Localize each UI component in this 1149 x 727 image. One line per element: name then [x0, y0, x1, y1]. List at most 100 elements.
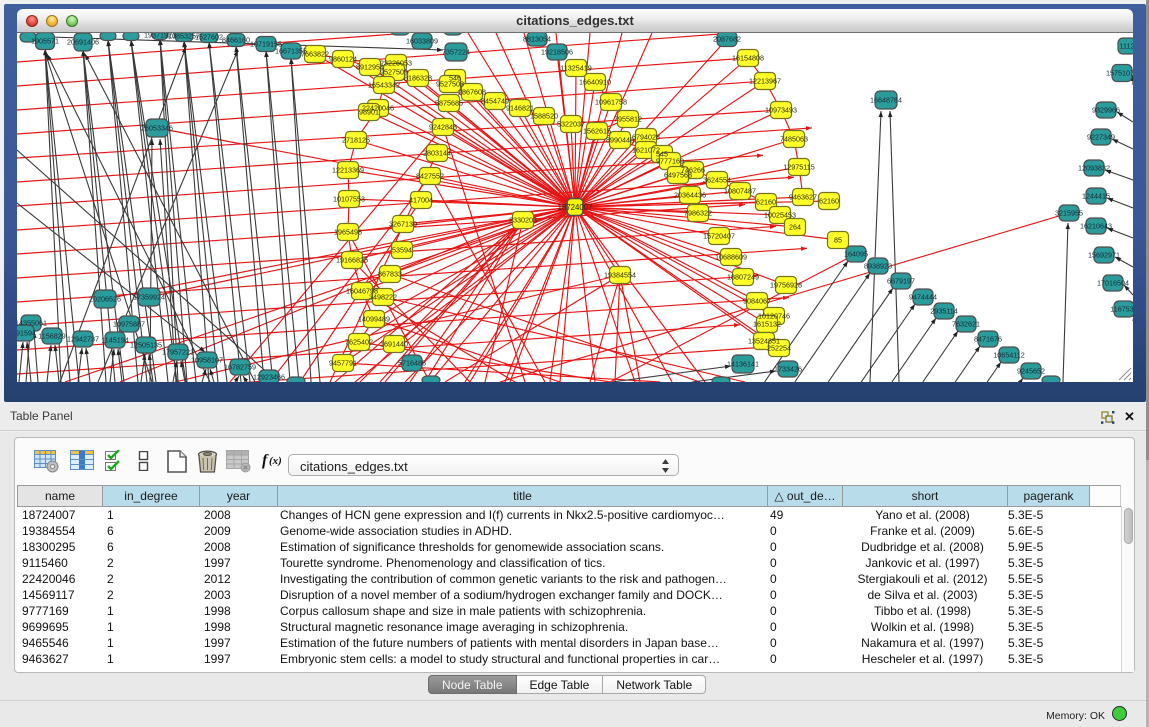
svg-text:15720407: 15720407 — [703, 232, 735, 241]
svg-text:16648784: 16648784 — [870, 96, 902, 105]
svg-text:17016504: 17016504 — [1097, 279, 1129, 288]
svg-text:7485063: 7485063 — [780, 135, 808, 144]
svg-text:1615132: 1615132 — [753, 320, 781, 329]
svg-text:16210643: 16210643 — [1080, 222, 1112, 231]
svg-text:10961758: 10961758 — [595, 98, 627, 107]
svg-text:867833: 867833 — [378, 270, 402, 279]
svg-text:10654112: 10654112 — [993, 351, 1024, 360]
svg-text:6794028: 6794028 — [632, 133, 660, 142]
svg-text:1167533: 1167533 — [1110, 305, 1133, 314]
svg-text:9227349: 9227349 — [1087, 133, 1115, 142]
svg-text:12093832: 12093832 — [1078, 164, 1110, 173]
svg-text:8471676: 8471676 — [974, 335, 1002, 344]
svg-text:7663822: 7663822 — [301, 50, 329, 59]
svg-text:9329966: 9329966 — [1092, 106, 1120, 115]
svg-text:16782759: 16782759 — [224, 363, 256, 372]
svg-text:15692971: 15692971 — [1088, 251, 1120, 260]
svg-text:12923466: 12923466 — [253, 373, 285, 382]
svg-text:1562615: 1562615 — [583, 127, 611, 136]
svg-text:98901: 98901 — [359, 108, 379, 117]
svg-text:9245652: 9245652 — [1017, 367, 1045, 376]
svg-text:f: f — [262, 452, 269, 469]
svg-text:5875685: 5875685 — [435, 99, 463, 108]
svg-text:6679197: 6679197 — [887, 277, 915, 286]
svg-text:12213369: 12213369 — [332, 166, 364, 175]
svg-text:85: 85 — [834, 236, 842, 245]
svg-text:12942737: 12942737 — [67, 335, 99, 344]
svg-text:2803144: 2803144 — [423, 149, 451, 158]
svg-text:19218506: 19218506 — [541, 48, 573, 57]
svg-text:9860124: 9860124 — [329, 55, 357, 64]
svg-text:2330203: 2330203 — [509, 216, 537, 225]
svg-text:14099489: 14099489 — [358, 315, 390, 324]
svg-text:20364436: 20364436 — [674, 191, 706, 200]
svg-text:164095: 164095 — [844, 250, 868, 259]
svg-text:1156829: 1156829 — [38, 332, 65, 341]
svg-text:8990448: 8990448 — [606, 136, 634, 145]
svg-text:10973493: 10973493 — [765, 106, 797, 115]
svg-text:2087682: 2087682 — [713, 35, 741, 44]
svg-text:62160: 62160 — [756, 198, 776, 207]
svg-text:62160: 62160 — [819, 197, 839, 206]
svg-text:417004: 417004 — [409, 196, 433, 205]
svg-text:391594: 391594 — [17, 329, 36, 338]
svg-text:5322037: 5322037 — [557, 120, 585, 129]
svg-text:9242848: 9242848 — [429, 123, 457, 132]
svg-text:5716485: 5716485 — [398, 359, 426, 368]
svg-text:3624554: 3624554 — [703, 176, 731, 185]
svg-text:7632621: 7632621 — [952, 320, 980, 329]
svg-text:14136141: 14136141 — [727, 360, 759, 369]
svg-text:18807249: 18807249 — [727, 273, 759, 282]
svg-text:9474444: 9474444 — [909, 293, 937, 302]
svg-text:16154808: 16154808 — [732, 54, 764, 63]
svg-text:8186328: 8186328 — [404, 74, 432, 83]
svg-text:1905571: 1905571 — [31, 37, 59, 46]
svg-text:1112: 1112 — [1120, 42, 1133, 51]
svg-text:7955812: 7955812 — [614, 115, 642, 124]
svg-text:12975115: 12975115 — [783, 163, 814, 172]
svg-text:9777169: 9777169 — [656, 157, 684, 166]
svg-text:1527602: 1527602 — [195, 33, 223, 42]
svg-text:9457791: 9457791 — [329, 359, 357, 368]
svg-text:1145194: 1145194 — [101, 336, 128, 345]
svg-text:16033809: 16033809 — [406, 37, 438, 46]
svg-text:2935114: 2935114 — [930, 307, 957, 316]
svg-text:15751074: 15751074 — [1106, 69, 1133, 78]
svg-text:12213967: 12213967 — [749, 77, 781, 86]
svg-text:18724007: 18724007 — [558, 203, 593, 212]
svg-text:23226053: 23226053 — [380, 59, 412, 68]
svg-text:10958107: 10958107 — [191, 356, 223, 365]
svg-text:9084067: 9084067 — [743, 297, 771, 306]
svg-text:7986322: 7986322 — [684, 209, 712, 218]
svg-text:20206526: 20206526 — [89, 295, 121, 304]
svg-text:10688609: 10688609 — [715, 253, 747, 262]
svg-text:17359924: 17359924 — [133, 293, 165, 302]
svg-text:16543342: 16543342 — [368, 81, 400, 90]
svg-text:7357224: 7357224 — [442, 48, 470, 57]
svg-text:3267130: 3267130 — [389, 220, 417, 229]
svg-text:264: 264 — [789, 223, 801, 232]
svg-text:1691440: 1691440 — [380, 340, 408, 349]
svg-text:10975887: 10975887 — [113, 320, 145, 329]
svg-text:10807487: 10807487 — [724, 187, 756, 196]
svg-text:1588520: 1588520 — [530, 112, 558, 121]
svg-text:1244415: 1244415 — [1082, 192, 1110, 201]
svg-text:1733426: 1733426 — [774, 365, 802, 374]
svg-text:1965498: 1965498 — [334, 228, 362, 237]
svg-text:3215955: 3215955 — [1055, 209, 1083, 218]
svg-text:20691406: 20691406 — [67, 38, 99, 47]
svg-text:252254: 252254 — [767, 344, 791, 353]
svg-text:10107553: 10107553 — [333, 195, 365, 204]
svg-text:6497568: 6497568 — [664, 171, 692, 180]
svg-text:10025453: 10025453 — [764, 211, 796, 220]
svg-text:8466160: 8466160 — [222, 36, 250, 45]
svg-text:8813054: 8813054 — [523, 35, 551, 44]
svg-text:26053346: 26053346 — [141, 124, 173, 133]
svg-text:14355061: 14355061 — [17, 319, 47, 328]
svg-text:19756928: 19756928 — [770, 281, 802, 290]
svg-text:19166825: 19166825 — [336, 256, 368, 265]
svg-text:2718126: 2718126 — [342, 136, 370, 145]
svg-text:7625402: 7625402 — [345, 338, 373, 347]
svg-text:8454749: 8454749 — [481, 97, 509, 106]
svg-text:(x): (x) — [269, 455, 282, 467]
